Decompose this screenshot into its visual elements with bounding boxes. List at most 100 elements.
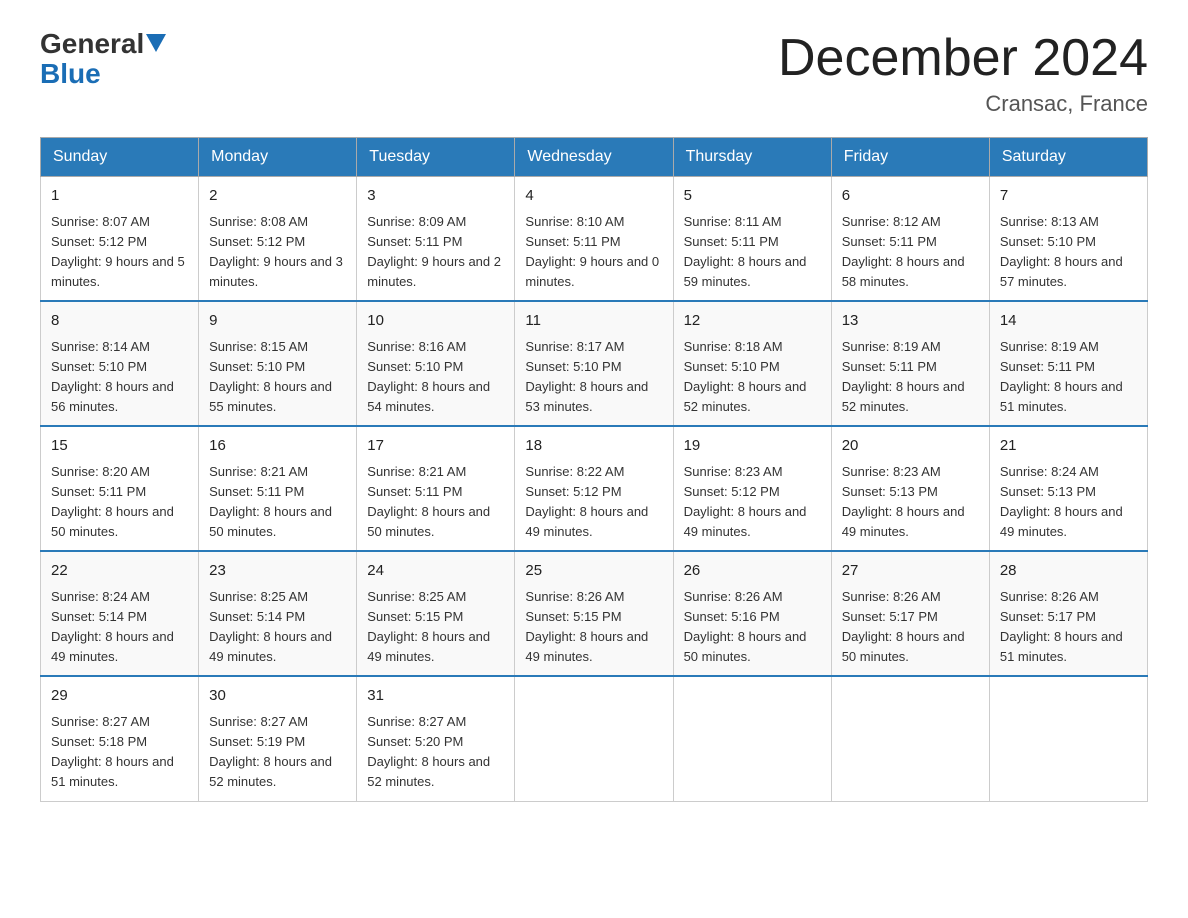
table-row: 5 Sunrise: 8:11 AMSunset: 5:11 PMDayligh… <box>673 177 831 302</box>
table-row: 31 Sunrise: 8:27 AMSunset: 5:20 PMDaylig… <box>357 676 515 801</box>
day-number: 28 <box>1000 560 1137 583</box>
logo-triangle-icon <box>146 34 166 52</box>
day-number: 30 <box>209 685 346 708</box>
table-row: 4 Sunrise: 8:10 AMSunset: 5:11 PMDayligh… <box>515 177 673 302</box>
day-number: 18 <box>525 435 662 458</box>
day-info: Sunrise: 8:24 AMSunset: 5:13 PMDaylight:… <box>1000 464 1123 539</box>
day-number: 13 <box>842 310 979 333</box>
col-monday: Monday <box>199 138 357 177</box>
logo: General Blue <box>40 30 166 90</box>
table-row: 21 Sunrise: 8:24 AMSunset: 5:13 PMDaylig… <box>989 426 1147 551</box>
day-info: Sunrise: 8:26 AMSunset: 5:15 PMDaylight:… <box>525 589 648 664</box>
day-info: Sunrise: 8:18 AMSunset: 5:10 PMDaylight:… <box>684 339 807 414</box>
table-row: 25 Sunrise: 8:26 AMSunset: 5:15 PMDaylig… <box>515 551 673 676</box>
calendar-table: Sunday Monday Tuesday Wednesday Thursday… <box>40 137 1148 801</box>
calendar-week-row: 8 Sunrise: 8:14 AMSunset: 5:10 PMDayligh… <box>41 301 1148 426</box>
table-row: 9 Sunrise: 8:15 AMSunset: 5:10 PMDayligh… <box>199 301 357 426</box>
day-info: Sunrise: 8:14 AMSunset: 5:10 PMDaylight:… <box>51 339 174 414</box>
col-tuesday: Tuesday <box>357 138 515 177</box>
day-number: 15 <box>51 435 188 458</box>
calendar-week-row: 22 Sunrise: 8:24 AMSunset: 5:14 PMDaylig… <box>41 551 1148 676</box>
day-number: 4 <box>525 185 662 208</box>
day-number: 25 <box>525 560 662 583</box>
day-number: 14 <box>1000 310 1137 333</box>
day-info: Sunrise: 8:13 AMSunset: 5:10 PMDaylight:… <box>1000 214 1123 289</box>
day-number: 31 <box>367 685 504 708</box>
day-info: Sunrise: 8:07 AMSunset: 5:12 PMDaylight:… <box>51 214 185 289</box>
logo-text: General Blue <box>40 30 166 90</box>
day-info: Sunrise: 8:26 AMSunset: 5:17 PMDaylight:… <box>1000 589 1123 664</box>
table-row: 23 Sunrise: 8:25 AMSunset: 5:14 PMDaylig… <box>199 551 357 676</box>
day-info: Sunrise: 8:10 AMSunset: 5:11 PMDaylight:… <box>525 214 659 289</box>
day-number: 19 <box>684 435 821 458</box>
day-info: Sunrise: 8:23 AMSunset: 5:13 PMDaylight:… <box>842 464 965 539</box>
logo-blue-text: Blue <box>40 58 166 90</box>
day-info: Sunrise: 8:08 AMSunset: 5:12 PMDaylight:… <box>209 214 343 289</box>
day-info: Sunrise: 8:09 AMSunset: 5:11 PMDaylight:… <box>367 214 501 289</box>
col-friday: Friday <box>831 138 989 177</box>
page: General Blue December 2024 Cransac, Fran… <box>0 0 1188 832</box>
day-number: 27 <box>842 560 979 583</box>
day-info: Sunrise: 8:22 AMSunset: 5:12 PMDaylight:… <box>525 464 648 539</box>
day-number: 5 <box>684 185 821 208</box>
day-number: 29 <box>51 685 188 708</box>
day-info: Sunrise: 8:19 AMSunset: 5:11 PMDaylight:… <box>1000 339 1123 414</box>
table-row: 22 Sunrise: 8:24 AMSunset: 5:14 PMDaylig… <box>41 551 199 676</box>
table-row: 29 Sunrise: 8:27 AMSunset: 5:18 PMDaylig… <box>41 676 199 801</box>
calendar-week-row: 1 Sunrise: 8:07 AMSunset: 5:12 PMDayligh… <box>41 177 1148 302</box>
table-row: 14 Sunrise: 8:19 AMSunset: 5:11 PMDaylig… <box>989 301 1147 426</box>
table-row: 17 Sunrise: 8:21 AMSunset: 5:11 PMDaylig… <box>357 426 515 551</box>
table-row: 8 Sunrise: 8:14 AMSunset: 5:10 PMDayligh… <box>41 301 199 426</box>
logo-general-text: General <box>40 30 144 58</box>
day-info: Sunrise: 8:21 AMSunset: 5:11 PMDaylight:… <box>367 464 490 539</box>
day-info: Sunrise: 8:15 AMSunset: 5:10 PMDaylight:… <box>209 339 332 414</box>
table-row: 10 Sunrise: 8:16 AMSunset: 5:10 PMDaylig… <box>357 301 515 426</box>
day-number: 11 <box>525 310 662 333</box>
day-number: 17 <box>367 435 504 458</box>
day-info: Sunrise: 8:11 AMSunset: 5:11 PMDaylight:… <box>684 214 807 289</box>
day-info: Sunrise: 8:26 AMSunset: 5:16 PMDaylight:… <box>684 589 807 664</box>
day-info: Sunrise: 8:25 AMSunset: 5:14 PMDaylight:… <box>209 589 332 664</box>
day-number: 22 <box>51 560 188 583</box>
day-info: Sunrise: 8:20 AMSunset: 5:11 PMDaylight:… <box>51 464 174 539</box>
table-row: 28 Sunrise: 8:26 AMSunset: 5:17 PMDaylig… <box>989 551 1147 676</box>
main-title: December 2024 <box>778 30 1148 87</box>
day-number: 2 <box>209 185 346 208</box>
table-row: 19 Sunrise: 8:23 AMSunset: 5:12 PMDaylig… <box>673 426 831 551</box>
table-row: 7 Sunrise: 8:13 AMSunset: 5:10 PMDayligh… <box>989 177 1147 302</box>
day-number: 10 <box>367 310 504 333</box>
table-row: 30 Sunrise: 8:27 AMSunset: 5:19 PMDaylig… <box>199 676 357 801</box>
day-info: Sunrise: 8:21 AMSunset: 5:11 PMDaylight:… <box>209 464 332 539</box>
calendar-week-row: 15 Sunrise: 8:20 AMSunset: 5:11 PMDaylig… <box>41 426 1148 551</box>
day-info: Sunrise: 8:17 AMSunset: 5:10 PMDaylight:… <box>525 339 648 414</box>
day-info: Sunrise: 8:23 AMSunset: 5:12 PMDaylight:… <box>684 464 807 539</box>
day-number: 1 <box>51 185 188 208</box>
table-row: 11 Sunrise: 8:17 AMSunset: 5:10 PMDaylig… <box>515 301 673 426</box>
day-number: 21 <box>1000 435 1137 458</box>
table-row <box>515 676 673 801</box>
day-info: Sunrise: 8:24 AMSunset: 5:14 PMDaylight:… <box>51 589 174 664</box>
table-row: 27 Sunrise: 8:26 AMSunset: 5:17 PMDaylig… <box>831 551 989 676</box>
table-row <box>673 676 831 801</box>
day-number: 7 <box>1000 185 1137 208</box>
day-info: Sunrise: 8:19 AMSunset: 5:11 PMDaylight:… <box>842 339 965 414</box>
subtitle: Cransac, France <box>778 91 1148 117</box>
day-info: Sunrise: 8:12 AMSunset: 5:11 PMDaylight:… <box>842 214 965 289</box>
day-number: 12 <box>684 310 821 333</box>
day-number: 24 <box>367 560 504 583</box>
table-row: 15 Sunrise: 8:20 AMSunset: 5:11 PMDaylig… <box>41 426 199 551</box>
table-row: 13 Sunrise: 8:19 AMSunset: 5:11 PMDaylig… <box>831 301 989 426</box>
day-number: 26 <box>684 560 821 583</box>
calendar-header-row: Sunday Monday Tuesday Wednesday Thursday… <box>41 138 1148 177</box>
day-number: 8 <box>51 310 188 333</box>
day-info: Sunrise: 8:27 AMSunset: 5:20 PMDaylight:… <box>367 714 490 789</box>
day-number: 23 <box>209 560 346 583</box>
col-thursday: Thursday <box>673 138 831 177</box>
table-row: 3 Sunrise: 8:09 AMSunset: 5:11 PMDayligh… <box>357 177 515 302</box>
day-info: Sunrise: 8:16 AMSunset: 5:10 PMDaylight:… <box>367 339 490 414</box>
day-info: Sunrise: 8:27 AMSunset: 5:18 PMDaylight:… <box>51 714 174 789</box>
table-row: 12 Sunrise: 8:18 AMSunset: 5:10 PMDaylig… <box>673 301 831 426</box>
day-info: Sunrise: 8:25 AMSunset: 5:15 PMDaylight:… <box>367 589 490 664</box>
day-number: 16 <box>209 435 346 458</box>
header: General Blue December 2024 Cransac, Fran… <box>40 30 1148 117</box>
